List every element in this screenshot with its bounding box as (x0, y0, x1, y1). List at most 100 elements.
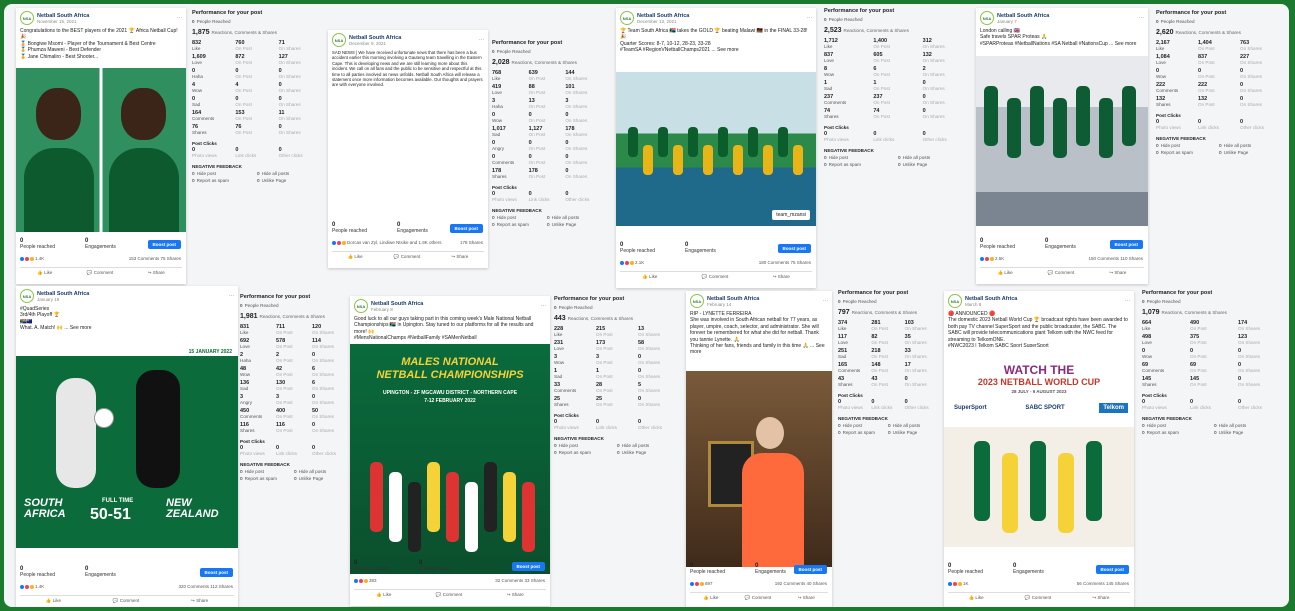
comment-button[interactable]: 💬 Comment (1025, 595, 1051, 601)
post-image[interactable]: WATCH THE 2023 NETBALL WORLD CUP 28 JULY -… (944, 347, 1134, 547)
like-button[interactable]: 👍 Like (348, 254, 363, 260)
reaction-summary[interactable]: 697 (690, 581, 713, 586)
negative-value: 0 (1142, 423, 1145, 428)
breakdown-label: Like (192, 46, 201, 51)
share-button[interactable]: ↪ Share (148, 270, 165, 276)
comment-button[interactable]: 💬 Comment (113, 598, 139, 604)
page-avatar[interactable]: NSA (948, 294, 962, 308)
post-date[interactable]: February 8 (371, 307, 423, 312)
page-name[interactable]: Netball South Africa (371, 301, 423, 307)
breakdown-cell: 2,167 Like (1156, 40, 1198, 51)
page-name[interactable]: Netball South Africa (707, 296, 759, 302)
more-options-icon[interactable]: ··· (479, 37, 484, 43)
boost-post-button[interactable]: Boost post (793, 565, 827, 574)
breakdown-label: On Post (276, 400, 293, 405)
comments-shares-count[interactable]: 32 Comments 33 Shares (495, 578, 545, 583)
more-options-icon[interactable]: ··· (1125, 298, 1130, 304)
comments-shares-count[interactable]: 192 Comments 40 Shares (775, 581, 827, 586)
post-date[interactable]: January 19 (37, 297, 89, 302)
reaction-summary[interactable]: 1K (948, 581, 969, 586)
post-date[interactable]: March 8 (965, 302, 1017, 307)
comments-shares-count[interactable]: 153 Comments 75 Shares (129, 256, 181, 261)
boost-post-button[interactable]: Boost post (147, 240, 181, 249)
page-avatar[interactable]: NSA (620, 11, 634, 25)
post-image[interactable] (16, 68, 186, 232)
reaction-summary[interactable]: Dorcas van Zyl, Lindiwe Ntsike and 1.9K … (332, 240, 442, 245)
sponsor-logo: SuperSport (954, 405, 987, 411)
post-image[interactable]: MALES NATIONAL NETBALL CHAMPIONSHIPS UPING… (350, 344, 550, 574)
more-options-icon[interactable]: ··· (541, 303, 546, 309)
page-avatar[interactable]: NSA (354, 299, 368, 313)
post-image[interactable] (686, 371, 832, 567)
share-button[interactable]: ↪ Share (191, 598, 208, 604)
more-options-icon[interactable]: ··· (1139, 15, 1144, 21)
comment-button[interactable]: 💬 Comment (87, 270, 113, 276)
post-image[interactable]: 15 JANUARY 2022 SOUTH AFRICA FULL TIME 50-5… (16, 348, 238, 548)
more-options-icon[interactable]: ··· (177, 15, 182, 21)
page-name[interactable]: Netball South Africa (349, 35, 401, 41)
like-button[interactable]: 👍 Like (703, 595, 718, 601)
post-image[interactable] (976, 56, 1148, 226)
page-name[interactable]: Netball South Africa (637, 13, 689, 19)
breakdown-cell: 120 On Shares (312, 324, 348, 335)
comments-shares-count[interactable]: 320 Comments 112 Shares (179, 584, 233, 589)
boost-post-button[interactable]: Boost post (511, 562, 545, 571)
reaction-summary[interactable]: 2.1K (620, 260, 644, 265)
more-options-icon[interactable]: ··· (229, 293, 234, 299)
like-button[interactable]: 👍 Like (37, 270, 52, 276)
reaction-summary[interactable]: 1.4K (20, 256, 44, 261)
page-avatar[interactable]: NSA (20, 11, 34, 25)
share-button[interactable]: ↪ Share (1109, 270, 1126, 276)
comment-button[interactable]: 💬 Comment (394, 254, 420, 260)
comments-shares-count[interactable]: 178 Shares (460, 240, 483, 245)
negative-feedback-heading: NEGATIVE FEEDBACK (824, 148, 874, 153)
comments-shares-count[interactable]: 150 Comments 110 Shares (1089, 256, 1143, 261)
post-meta: Netball South Africa December 9, 2021 (349, 35, 401, 46)
page-avatar[interactable]: NSA (980, 11, 994, 25)
engagements-label: Engagements (419, 566, 450, 572)
post-image[interactable]: team_mzansi (616, 72, 816, 226)
page-avatar[interactable]: NSA (332, 33, 346, 47)
comment-button[interactable]: 💬 Comment (702, 274, 728, 280)
boost-post-button[interactable]: Boost post (1095, 565, 1129, 574)
post-date[interactable]: February 14 (707, 302, 759, 307)
share-button[interactable]: ↪ Share (773, 274, 790, 280)
page-name[interactable]: Netball South Africa (997, 13, 1049, 19)
like-button[interactable]: 👍 Like (46, 598, 61, 604)
click-cell: 0 Photo views (824, 131, 873, 142)
page-avatar[interactable]: NSA (20, 289, 34, 303)
reaction-summary[interactable]: 383 (354, 578, 377, 583)
share-button[interactable]: ↪ Share (451, 254, 468, 260)
boost-post-button[interactable]: Boost post (199, 568, 233, 577)
reaction-summary[interactable]: 1.4K (20, 584, 44, 589)
boost-post-button[interactable]: Boost post (777, 244, 811, 253)
page-name[interactable]: Netball South Africa (37, 291, 89, 297)
like-button[interactable]: 👍 Like (376, 592, 391, 598)
like-button[interactable]: 👍 Like (642, 274, 657, 280)
post-date[interactable]: December 13, 2021 (637, 19, 689, 24)
post-date[interactable]: December 9, 2021 (349, 41, 401, 46)
comment-button[interactable]: 💬 Comment (1048, 270, 1074, 276)
page-avatar[interactable]: NSA (690, 294, 704, 308)
page-name[interactable]: Netball South Africa (965, 296, 1017, 302)
breakdown-cell: 148 On Post (871, 362, 904, 373)
more-options-icon[interactable]: ··· (823, 298, 828, 304)
comment-button[interactable]: 💬 Comment (436, 592, 462, 598)
comment-button[interactable]: 💬 Comment (745, 595, 771, 601)
more-options-icon[interactable]: ··· (807, 15, 812, 21)
boost-post-button[interactable]: Boost post (449, 224, 483, 233)
post-date[interactable]: November 15, 2021 (37, 19, 89, 24)
post-date[interactable]: January 7 (997, 19, 1049, 24)
page-name[interactable]: Netball South Africa (37, 13, 89, 19)
photo-tag[interactable]: team_mzansi (772, 210, 810, 220)
like-button[interactable]: 👍 Like (969, 595, 984, 601)
click-label: Photo views (838, 405, 863, 410)
like-button[interactable]: 👍 Like (998, 270, 1013, 276)
share-button[interactable]: ↪ Share (798, 595, 815, 601)
reaction-summary[interactable]: 2.5K (980, 256, 1004, 261)
boost-post-button[interactable]: Boost post (1109, 240, 1143, 249)
comments-shares-count[interactable]: 180 Comments 75 Shares (759, 260, 811, 265)
share-button[interactable]: ↪ Share (507, 592, 524, 598)
comments-shares-count[interactable]: 56 Comments 145 Shares (1077, 581, 1129, 586)
share-button[interactable]: ↪ Share (1092, 595, 1109, 601)
